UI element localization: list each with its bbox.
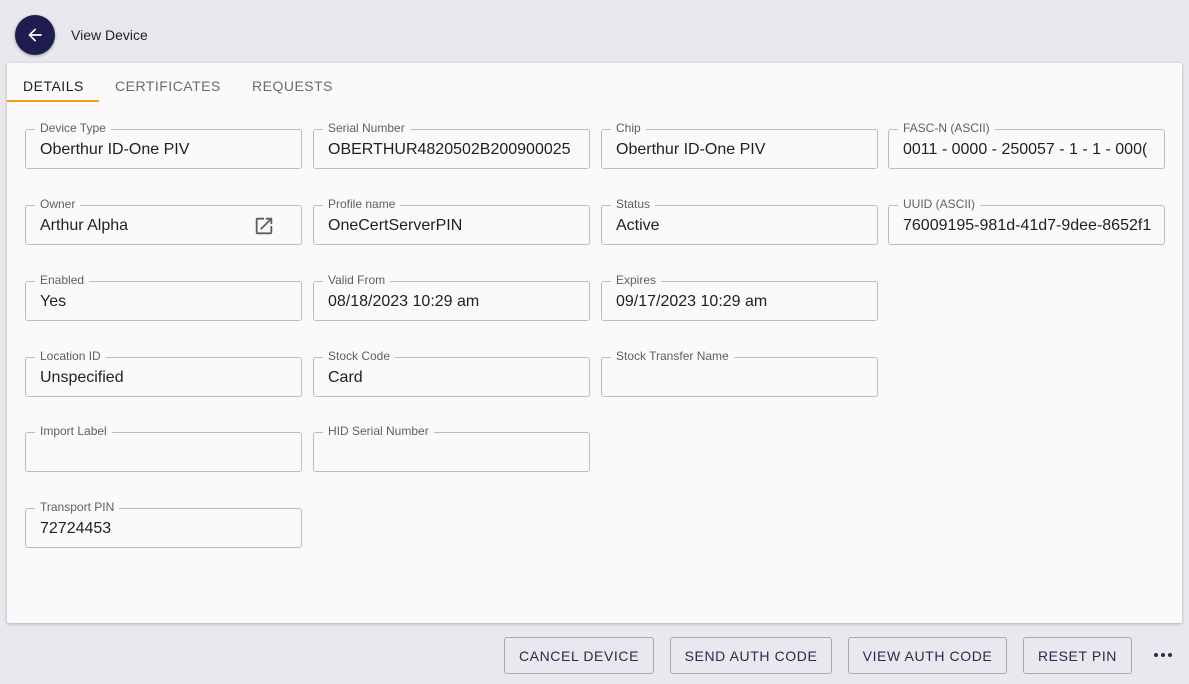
expires-field[interactable]: Expires 09/17/2023 10:29 am (601, 273, 878, 321)
reset-pin-button[interactable]: RESET PIN (1023, 637, 1132, 674)
uuid-label: UUID (ASCII) (898, 197, 980, 211)
device-type-field[interactable]: Device Type Oberthur ID-One PIV (25, 121, 302, 169)
location-id-label: Location ID (35, 349, 106, 363)
device-details-card: DETAILS CERTIFICATES REQUESTS Device Typ… (7, 63, 1182, 623)
serial-number-value: OBERTHUR4820502B200900025 (328, 141, 571, 158)
profile-name-field[interactable]: Profile name OneCertServerPIN (313, 197, 590, 245)
stock-code-value: Card (328, 369, 363, 386)
owner-label: Owner (35, 197, 81, 211)
tab-certificates[interactable]: CERTIFICATES (115, 78, 221, 94)
more-actions-button[interactable] (1151, 645, 1175, 665)
enabled-field[interactable]: Enabled Yes (25, 273, 302, 321)
expires-value: 09/17/2023 10:29 am (616, 293, 768, 310)
active-tab-indicator (7, 100, 99, 102)
valid-from-label: Valid From (323, 273, 391, 287)
stock-transfer-name-field[interactable]: Stock Transfer Name (601, 349, 878, 397)
top-bar: View Device (0, 0, 1189, 64)
uuid-field[interactable]: UUID (ASCII) 76009195-981d-41d7-9dee-865… (888, 197, 1165, 245)
stock-code-label: Stock Code (323, 349, 396, 363)
chip-value: Oberthur ID-One PIV (616, 141, 766, 158)
fasc-n-field[interactable]: FASC-N (ASCII) 0011 - 0000 - 250057 - 1 … (888, 121, 1165, 169)
status-value: Active (616, 217, 660, 234)
fasc-n-label: FASC-N (ASCII) (898, 121, 995, 135)
transport-pin-label: Transport PIN (35, 500, 120, 514)
open-in-new-icon[interactable] (253, 215, 275, 237)
expires-label: Expires (611, 273, 662, 287)
hid-serial-number-field[interactable]: HID Serial Number (313, 424, 590, 472)
valid-from-value: 08/18/2023 10:29 am (328, 293, 480, 310)
profile-name-value: OneCertServerPIN (328, 217, 463, 234)
owner-field[interactable]: Owner Arthur Alpha (25, 197, 302, 245)
transport-pin-value: 72724453 (40, 520, 112, 537)
arrow-left-icon (28, 28, 42, 42)
serial-number-label: Serial Number (323, 121, 410, 135)
tab-bar: DETAILS CERTIFICATES REQUESTS (7, 63, 1182, 103)
chip-label: Chip (611, 121, 646, 135)
tab-details[interactable]: DETAILS (23, 78, 84, 94)
back-button[interactable] (15, 15, 55, 55)
profile-name-label: Profile name (323, 197, 401, 211)
cancel-device-button[interactable]: CANCEL DEVICE (504, 637, 654, 674)
location-id-field[interactable]: Location ID Unspecified (25, 349, 302, 397)
uuid-value: 76009195-981d-41d7-9dee-8652f1 (903, 217, 1152, 234)
status-field[interactable]: Status Active (601, 197, 878, 245)
stock-transfer-name-label: Stock Transfer Name (611, 349, 734, 363)
device-type-label: Device Type (35, 121, 111, 135)
tab-requests[interactable]: REQUESTS (252, 78, 333, 94)
fasc-n-value: 0011 - 0000 - 250057 - 1 - 1 - 000( (903, 141, 1148, 158)
more-horiz-icon (1154, 653, 1172, 657)
send-auth-code-button[interactable]: SEND AUTH CODE (670, 637, 832, 674)
location-id-value: Unspecified (40, 369, 124, 386)
enabled-value: Yes (40, 293, 67, 310)
chip-field[interactable]: Chip Oberthur ID-One PIV (601, 121, 878, 169)
owner-value: Arthur Alpha (40, 217, 129, 234)
device-type-value: Oberthur ID-One PIV (40, 141, 190, 158)
import-label-field[interactable]: Import Label (25, 424, 302, 472)
enabled-label: Enabled (35, 273, 90, 287)
action-bar: CANCEL DEVICE SEND AUTH CODE VIEW AUTH C… (0, 623, 1189, 684)
view-auth-code-button[interactable]: VIEW AUTH CODE (848, 637, 1007, 674)
page-title: View Device (71, 27, 148, 43)
serial-number-field[interactable]: Serial Number OBERTHUR4820502B200900025 (313, 121, 590, 169)
transport-pin-field[interactable]: Transport PIN 72724453 (25, 500, 302, 548)
stock-code-field[interactable]: Stock Code Card (313, 349, 590, 397)
valid-from-field[interactable]: Valid From 08/18/2023 10:29 am (313, 273, 590, 321)
import-label-label: Import Label (35, 424, 112, 438)
status-label: Status (611, 197, 656, 211)
hid-serial-number-label: HID Serial Number (323, 424, 434, 438)
